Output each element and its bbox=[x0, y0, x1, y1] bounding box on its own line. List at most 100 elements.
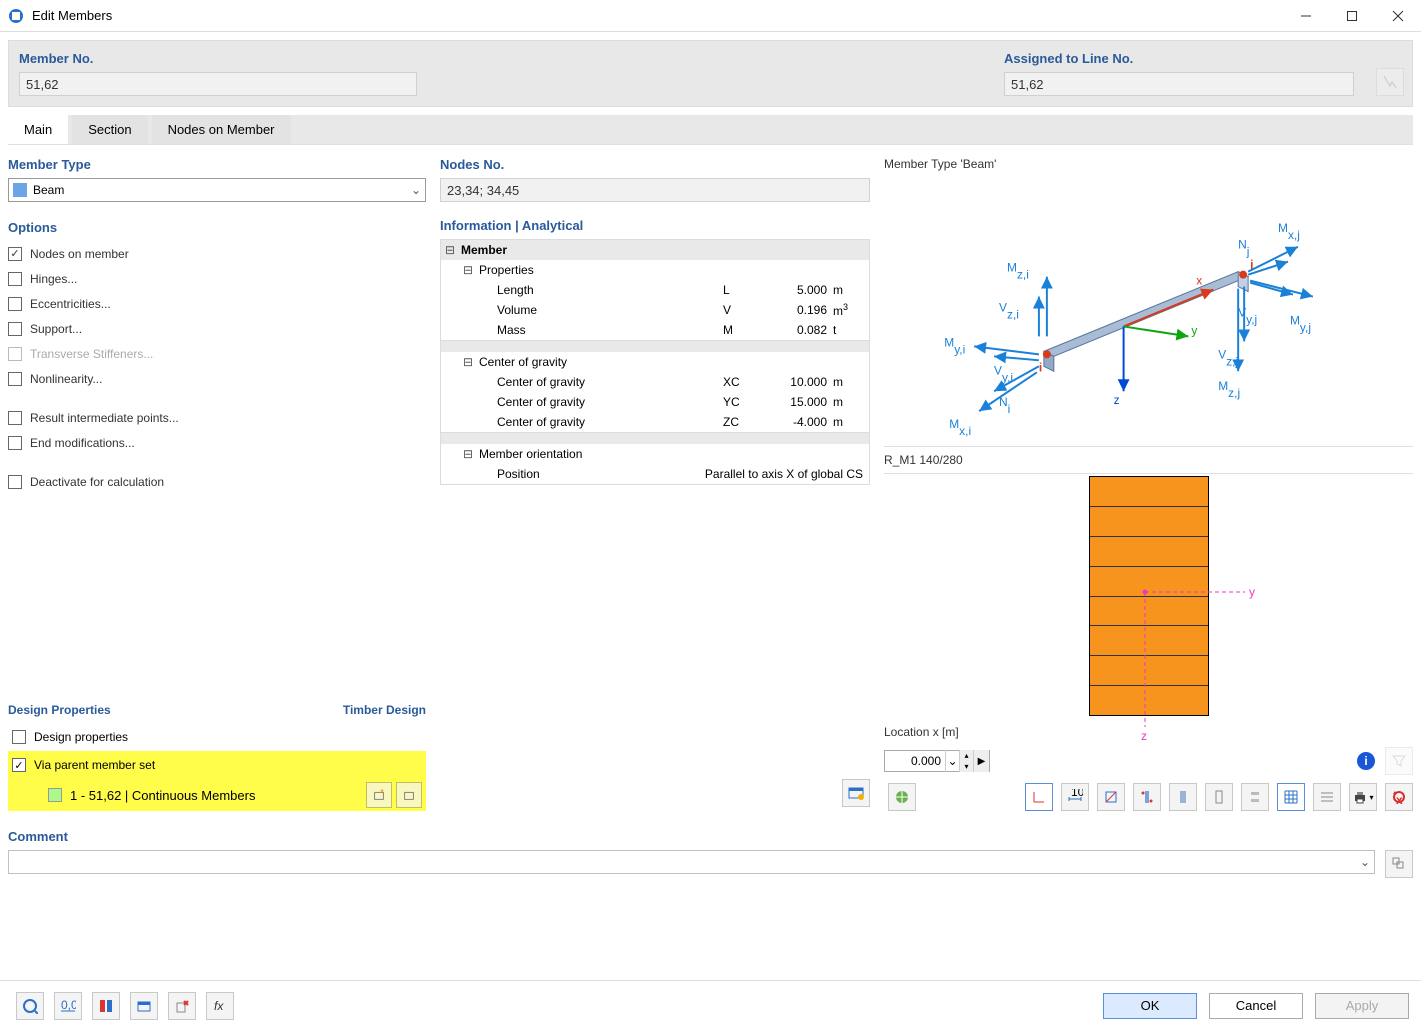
show-grid-button[interactable] bbox=[1277, 783, 1305, 811]
option-nodes-on-member[interactable]: ✓Nodes on member bbox=[8, 241, 426, 266]
info-analytical-label: Information | Analytical bbox=[440, 214, 870, 239]
info-cog-x: Center of gravityXC10.000m bbox=[441, 372, 869, 392]
svg-text:100: 100 bbox=[1071, 789, 1083, 799]
comment-input[interactable]: ⌄ bbox=[8, 850, 1375, 874]
remove-object-button[interactable] bbox=[168, 992, 196, 1020]
window-minimize-button[interactable] bbox=[1283, 0, 1329, 32]
section-view: y z bbox=[884, 474, 1413, 717]
world-axes-button[interactable] bbox=[888, 783, 916, 811]
member-no-input[interactable] bbox=[19, 72, 417, 96]
units-button[interactable]: 0,00 bbox=[54, 992, 82, 1020]
tab-nodes-on-member[interactable]: Nodes on Member bbox=[152, 115, 291, 144]
svg-text:z: z bbox=[1114, 393, 1120, 407]
info-length: LengthL5.000m bbox=[441, 280, 869, 300]
svg-text:Nj: Nj bbox=[1238, 238, 1249, 259]
svg-text:Vz,j: Vz,j bbox=[1218, 347, 1238, 368]
location-input[interactable]: 0.000 ⌄ ▴▾ ▶ bbox=[884, 750, 990, 772]
new-member-set-button[interactable] bbox=[366, 782, 392, 808]
svg-text:fx: fx bbox=[214, 999, 224, 1013]
beam-diagram: i j x y z Mz,i Vz,i My,i Vy,i Ni Mx,i Mx… bbox=[884, 177, 1413, 447]
view-model-button[interactable] bbox=[92, 992, 120, 1020]
section-toolbar: 100 ▾ x bbox=[884, 783, 1413, 811]
show-principal-axes-button[interactable] bbox=[1097, 783, 1125, 811]
window-maximize-button[interactable] bbox=[1329, 0, 1375, 32]
extend-table-button[interactable] bbox=[842, 779, 870, 807]
option-nonlinearity[interactable]: Nonlinearity... bbox=[8, 366, 426, 391]
nodes-no-input[interactable] bbox=[440, 178, 870, 202]
svg-text:x: x bbox=[1396, 793, 1403, 805]
info-volume: VolumeV0.196m3 bbox=[441, 300, 869, 320]
print-button[interactable]: ▾ bbox=[1349, 783, 1377, 811]
info-mass: MassM0.082t bbox=[441, 320, 869, 340]
info-position: PositionParallel to axis X of global CS bbox=[441, 464, 869, 484]
assigned-line-label: Assigned to Line No. bbox=[994, 41, 1364, 72]
option-hinges[interactable]: Hinges... bbox=[8, 266, 426, 291]
svg-text:0,00: 0,00 bbox=[61, 998, 76, 1012]
member-type-swatch bbox=[13, 183, 27, 197]
show-wireframe-button[interactable] bbox=[1205, 783, 1233, 811]
member-type-value: Beam bbox=[33, 183, 411, 197]
design-properties-module: Timber Design bbox=[343, 703, 426, 717]
option-end-modifications[interactable]: End modifications... bbox=[8, 430, 426, 455]
svg-text:i: i bbox=[1039, 360, 1042, 374]
show-dimensions-button[interactable]: 100 bbox=[1061, 783, 1089, 811]
chevron-down-icon: ⌄ bbox=[1360, 855, 1370, 869]
show-stress-points-button[interactable] bbox=[1133, 783, 1161, 811]
reset-view-button[interactable]: x bbox=[1385, 783, 1413, 811]
svg-text:y: y bbox=[1191, 323, 1197, 337]
script-button[interactable]: fx bbox=[206, 992, 234, 1020]
svg-text:z: z bbox=[1141, 729, 1147, 743]
option-eccentricities[interactable]: Eccentricities... bbox=[8, 291, 426, 316]
svg-text:My,i: My,i bbox=[944, 335, 965, 356]
edit-member-set-button[interactable] bbox=[396, 782, 422, 808]
show-window-button[interactable] bbox=[130, 992, 158, 1020]
info-properties[interactable]: ⊟Properties bbox=[441, 260, 869, 280]
info-icon[interactable]: i bbox=[1357, 752, 1375, 770]
design-properties-label: Design Properties bbox=[8, 703, 111, 717]
cancel-button[interactable]: Cancel bbox=[1209, 993, 1303, 1019]
tab-section[interactable]: Section bbox=[72, 115, 147, 144]
show-axes-button[interactable] bbox=[1025, 783, 1053, 811]
window-close-button[interactable] bbox=[1375, 0, 1421, 32]
pick-line-button bbox=[1376, 68, 1404, 96]
option-result-intermediate-points[interactable]: Result intermediate points... bbox=[8, 405, 426, 430]
info-orientation[interactable]: ⊟Member orientation bbox=[441, 444, 869, 464]
info-cog-y: Center of gravityYC15.000m bbox=[441, 392, 869, 412]
parent-member-set-row[interactable]: 1 - 51,62 | Continuous Members bbox=[8, 779, 426, 811]
svg-text:Vy,j: Vy,j bbox=[1238, 305, 1257, 326]
assigned-line-input[interactable] bbox=[1004, 72, 1354, 96]
svg-text:My,j: My,j bbox=[1290, 313, 1311, 334]
comment-library-button[interactable] bbox=[1385, 850, 1413, 878]
ok-button[interactable]: OK bbox=[1103, 993, 1197, 1019]
option-support[interactable]: Support... bbox=[8, 316, 426, 341]
info-cog-z: Center of gravityZC-4.000m bbox=[441, 412, 869, 432]
member-type-select[interactable]: Beam ⌄ bbox=[8, 178, 426, 202]
apply-button: Apply bbox=[1315, 993, 1409, 1019]
tab-bar: Main Section Nodes on Member bbox=[8, 115, 1413, 145]
member-no-label: Member No. bbox=[9, 41, 427, 72]
stepper-up-icon[interactable]: ▴ bbox=[959, 750, 973, 761]
show-parts-button[interactable] bbox=[1241, 783, 1269, 811]
design-properties-checkbox[interactable]: Design properties bbox=[8, 723, 426, 751]
show-solid-button[interactable] bbox=[1169, 783, 1197, 811]
svg-text:Mx,i: Mx,i bbox=[949, 417, 971, 438]
play-icon[interactable]: ▶ bbox=[973, 750, 989, 772]
stepper-down-icon[interactable]: ▾ bbox=[959, 761, 973, 772]
show-values-button[interactable] bbox=[1313, 783, 1341, 811]
svg-text:Mx,j: Mx,j bbox=[1278, 221, 1300, 242]
info-cog[interactable]: ⊟Center of gravity bbox=[441, 352, 869, 372]
help-button[interactable] bbox=[16, 992, 44, 1020]
svg-text:Mz,j: Mz,j bbox=[1218, 379, 1240, 400]
parent-member-set-label: 1 - 51,62 | Continuous Members bbox=[70, 788, 362, 803]
section-title: R_M1 140/280 bbox=[884, 447, 1413, 474]
via-parent-member-set-checkbox[interactable]: ✓Via parent member set bbox=[8, 751, 426, 779]
svg-text:x: x bbox=[1196, 274, 1202, 288]
member-set-swatch bbox=[48, 788, 62, 802]
filter-disabled-button bbox=[1385, 747, 1413, 775]
option-deactivate-calculation[interactable]: Deactivate for calculation bbox=[8, 469, 426, 494]
tab-main[interactable]: Main bbox=[8, 115, 68, 144]
option-transverse-stiffeners: Transverse Stiffeners... bbox=[8, 341, 426, 366]
chevron-down-icon: ⌄ bbox=[411, 183, 421, 197]
svg-text:Ni: Ni bbox=[999, 395, 1010, 416]
info-member[interactable]: ⊟Member bbox=[441, 240, 869, 260]
